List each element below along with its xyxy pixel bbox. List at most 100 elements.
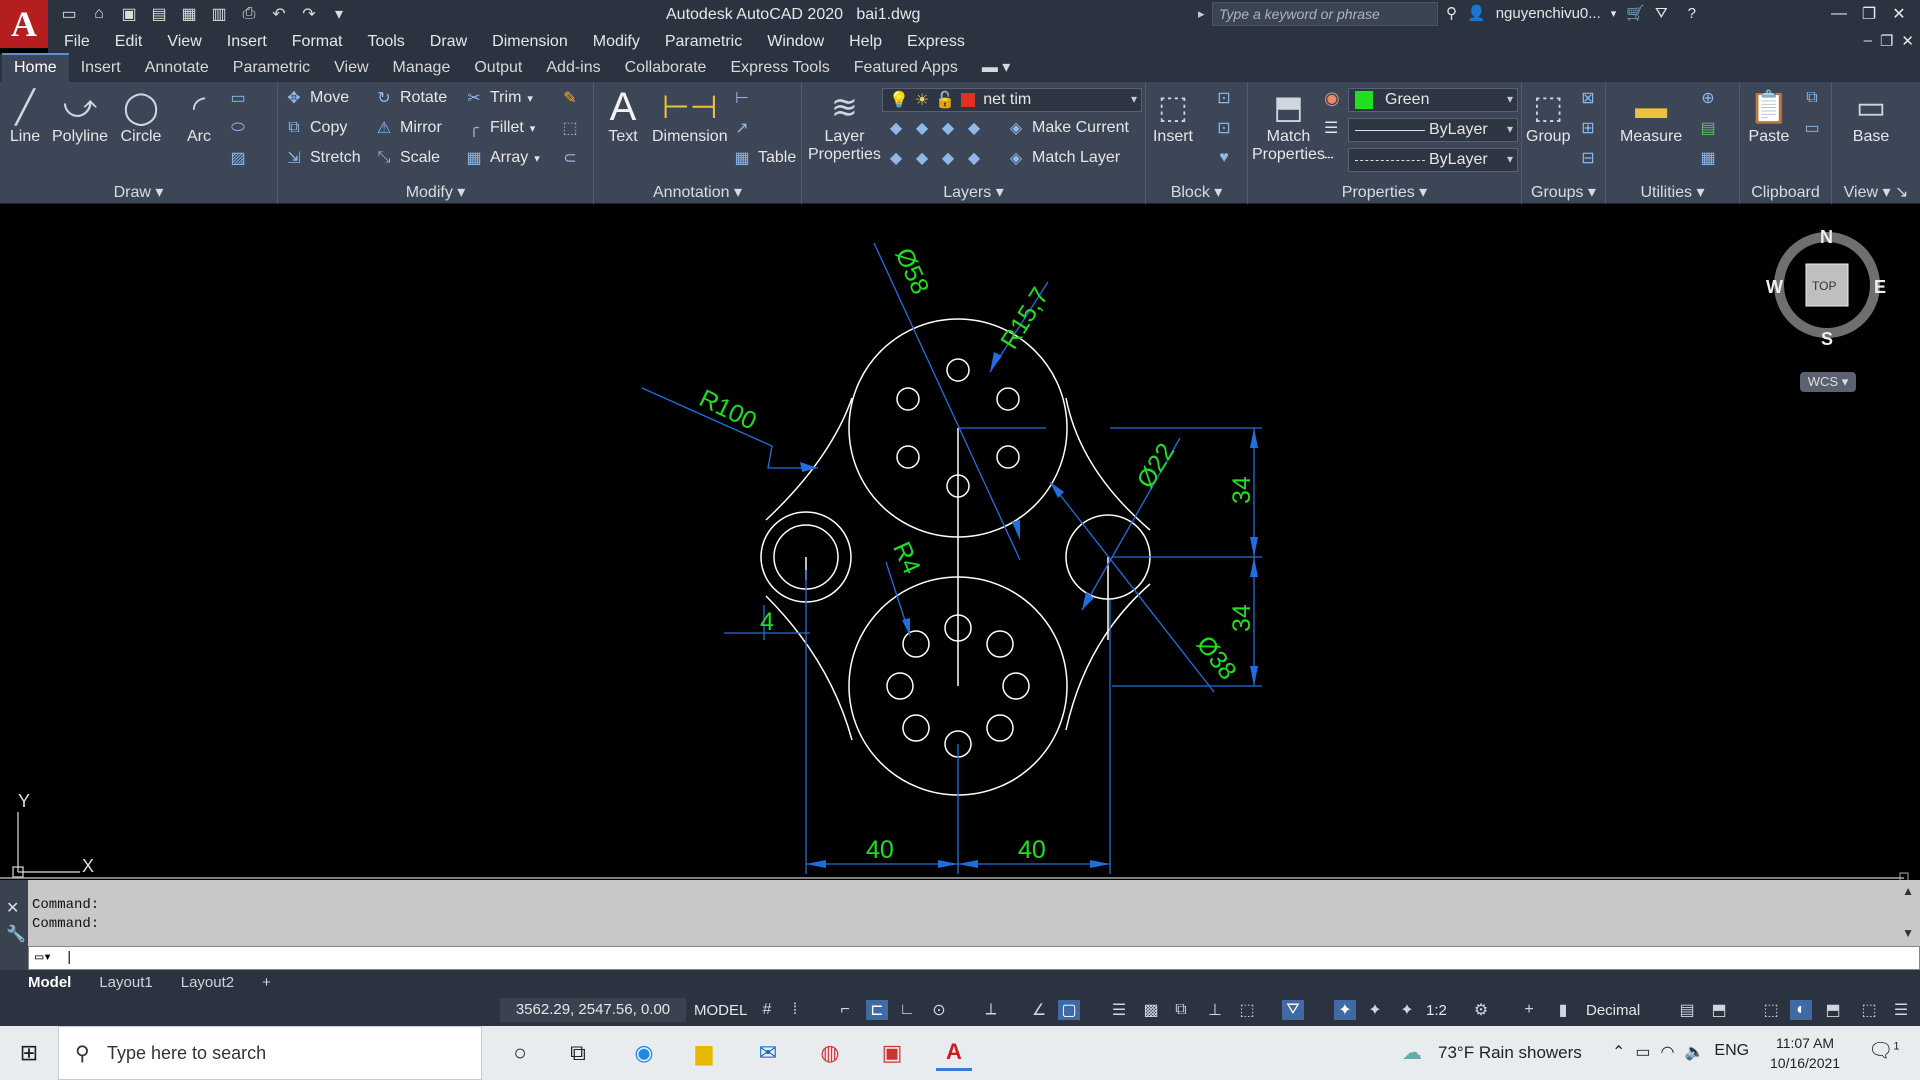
save-web-icon[interactable]: ▥ xyxy=(208,3,230,25)
command-line-grip[interactable]: ✕ 🔧 xyxy=(0,880,28,970)
dynamic-input-icon[interactable]: ⊏ xyxy=(866,1000,888,1020)
copy-clip-button[interactable]: ▭ xyxy=(1802,118,1822,138)
arc-button[interactable]: ◜ Arc xyxy=(178,86,220,146)
match-layer-button[interactable]: ◈ Match Layer xyxy=(1006,148,1120,168)
language-indicator[interactable]: ENG xyxy=(1714,1042,1749,1062)
hardware-acceleration-icon[interactable]: ◐ xyxy=(1790,1000,1812,1020)
weather-status[interactable]: 73°F Rain showers xyxy=(1438,1043,1582,1063)
tab-view[interactable]: View xyxy=(322,55,380,82)
autocad-app-button[interactable]: A xyxy=(0,0,48,48)
layer-thaw-icon[interactable]: ◆ xyxy=(938,148,958,168)
copy-button[interactable]: ⧉ Copy xyxy=(284,118,347,138)
infer-constraints-icon[interactable]: ⌐ xyxy=(834,1000,856,1020)
panel-modify-title[interactable]: Modify ▾ xyxy=(278,182,593,202)
snap-icon[interactable]: ⁞ xyxy=(784,1000,806,1020)
binoculars-icon[interactable]: ⚲ xyxy=(1446,4,1457,22)
tab-model[interactable]: Model xyxy=(14,972,85,993)
tab-home[interactable]: Home xyxy=(2,53,69,82)
quick-properties-icon[interactable]: ▤ xyxy=(1676,1000,1698,1020)
compass-east[interactable]: E xyxy=(1874,277,1886,298)
menu-view[interactable]: View xyxy=(167,33,201,51)
base-view-button[interactable]: ▭ Base xyxy=(1850,86,1892,146)
move-button[interactable]: ✥ Move xyxy=(284,88,349,108)
layer-isolate-icon[interactable]: ◆ xyxy=(912,118,932,138)
dynamic-ucs-icon[interactable]: ⬚ xyxy=(1236,1000,1258,1020)
tab-add-ins[interactable]: Add-ins xyxy=(534,55,612,82)
restore-icon[interactable]: ❐ xyxy=(1854,2,1884,26)
redo-icon[interactable]: ↷ xyxy=(298,3,320,25)
ungroup-button[interactable]: ⊠ xyxy=(1578,88,1598,108)
clock[interactable]: 11:07 AM 10/16/2021 xyxy=(1770,1033,1840,1073)
panel-properties-title[interactable]: Properties ▾ xyxy=(1248,182,1521,202)
trim-dropdown-icon[interactable]: ▾ xyxy=(527,92,533,105)
tab-output[interactable]: Output xyxy=(462,55,534,82)
search-input[interactable]: Type a keyword or phrase xyxy=(1212,2,1438,26)
media-app-icon[interactable]: ▣ xyxy=(874,1035,910,1071)
recent-commands-icon[interactable]: ▭▾ xyxy=(35,947,52,969)
text-button[interactable]: A Text xyxy=(602,85,644,146)
linetype-dropdown[interactable]: ByLayer ▾ xyxy=(1348,148,1518,172)
close-icon[interactable]: ✕ xyxy=(1884,2,1914,26)
table-button[interactable]: ▦ Table xyxy=(732,148,796,168)
menu-parametric[interactable]: Parametric xyxy=(665,33,742,51)
chrome-icon[interactable]: ◍ xyxy=(812,1035,848,1071)
menu-tools[interactable]: Tools xyxy=(367,33,404,51)
compass-south[interactable]: S xyxy=(1821,329,1833,350)
tab-parametric[interactable]: Parametric xyxy=(221,55,322,82)
workspace-gear-icon[interactable]: ⚙ xyxy=(1470,1000,1492,1020)
model-space-toggle[interactable]: MODEL xyxy=(694,1002,747,1019)
layer-lock-tool-icon[interactable]: ◆ xyxy=(964,118,984,138)
doc-restore-icon[interactable]: ❐ xyxy=(1880,32,1893,50)
undo-icon[interactable]: ↶ xyxy=(268,3,290,25)
customize-command-icon[interactable]: 🔧 xyxy=(6,924,26,944)
viewcube-top-face[interactable]: TOP xyxy=(1812,279,1836,293)
selection-filter-icon[interactable]: ⛛ xyxy=(1282,1000,1304,1020)
layer-unlock-icon[interactable]: ◆ xyxy=(964,148,984,168)
block-attributes-button[interactable]: ♥ xyxy=(1214,148,1234,168)
battery-icon[interactable]: ▭ xyxy=(1635,1042,1650,1062)
graphics-performance-icon[interactable]: ⬒ xyxy=(1822,1000,1844,1020)
leader-button[interactable]: ↗ xyxy=(732,118,752,138)
isodraft-icon[interactable]: ⟂ xyxy=(980,1000,1002,1020)
circle-button[interactable]: ◯ Circle xyxy=(120,86,162,146)
a360-icon[interactable]: ⛛ xyxy=(1655,5,1668,22)
tab-insert[interactable]: Insert xyxy=(69,55,133,82)
ribbon-options-icon[interactable]: ▬ ▾ xyxy=(970,53,1022,82)
panel-clipboard-title[interactable]: Clipboard xyxy=(1740,184,1831,202)
3d-osnap-icon[interactable]: ⊥ xyxy=(1204,1000,1226,1020)
menu-format[interactable]: Format xyxy=(292,33,343,51)
color-wheel-icon[interactable]: ◉ xyxy=(1324,88,1340,109)
drawing-canvas[interactable]: Ø58 R15,7 R100 Ø22 R4 4 Ø38 34 34 40 40 … xyxy=(0,205,1920,880)
fillet-button[interactable]: ╭ Fillet ▾ xyxy=(464,118,535,138)
minimize-icon[interactable]: — xyxy=(1824,2,1854,26)
selection-cycling-icon[interactable]: ⧉ xyxy=(1170,1000,1192,1020)
layer-freeze-tool-icon[interactable]: ◆ xyxy=(938,118,958,138)
fillet-dropdown-icon[interactable]: ▾ xyxy=(530,122,536,135)
tab-express-tools[interactable]: Express Tools xyxy=(718,55,841,82)
ellipse-button[interactable]: ⬭ xyxy=(228,118,248,138)
edit-block-button[interactable]: ⊡ xyxy=(1214,118,1234,138)
create-block-button[interactable]: ⊡ xyxy=(1214,88,1234,108)
measure-button[interactable]: ▬ Measure xyxy=(1620,86,1682,146)
object-snap-icon[interactable]: ▢ xyxy=(1058,1000,1080,1020)
erase-button[interactable]: ✎ xyxy=(560,88,580,108)
menu-window[interactable]: Window xyxy=(767,33,824,51)
group-select-button[interactable]: ⊟ xyxy=(1578,148,1598,168)
insert-block-button[interactable]: ⬚ Insert xyxy=(1152,86,1194,146)
viewcube[interactable]: N S W E TOP xyxy=(1766,225,1888,350)
cut-button[interactable]: ⧉ xyxy=(1802,88,1822,108)
panel-draw-title[interactable]: Draw ▾ xyxy=(0,182,277,202)
polar-tracking-icon[interactable]: ⊙ xyxy=(928,1000,950,1020)
rectangle-button[interactable]: ▭ xyxy=(228,88,248,108)
grid-icon[interactable]: # xyxy=(756,1000,778,1020)
compass-north[interactable]: N xyxy=(1820,227,1833,248)
viewport-grip[interactable] xyxy=(1899,872,1909,880)
linear-dim-button[interactable]: ⊢ xyxy=(732,88,752,108)
lineweight-toggle-icon[interactable]: ☰ xyxy=(1108,1000,1130,1020)
panel-layers-title[interactable]: Layers ▾ xyxy=(802,182,1145,202)
tray-overflow-icon[interactable]: ⌃ xyxy=(1612,1042,1625,1062)
annotation-scale-value[interactable]: 1:2 xyxy=(1426,1002,1447,1019)
menu-draw[interactable]: Draw xyxy=(430,33,467,51)
match-properties-button[interactable]: ⬒ Match Properties xyxy=(1252,86,1325,164)
layer-on-tool-icon[interactable]: ◆ xyxy=(886,148,906,168)
